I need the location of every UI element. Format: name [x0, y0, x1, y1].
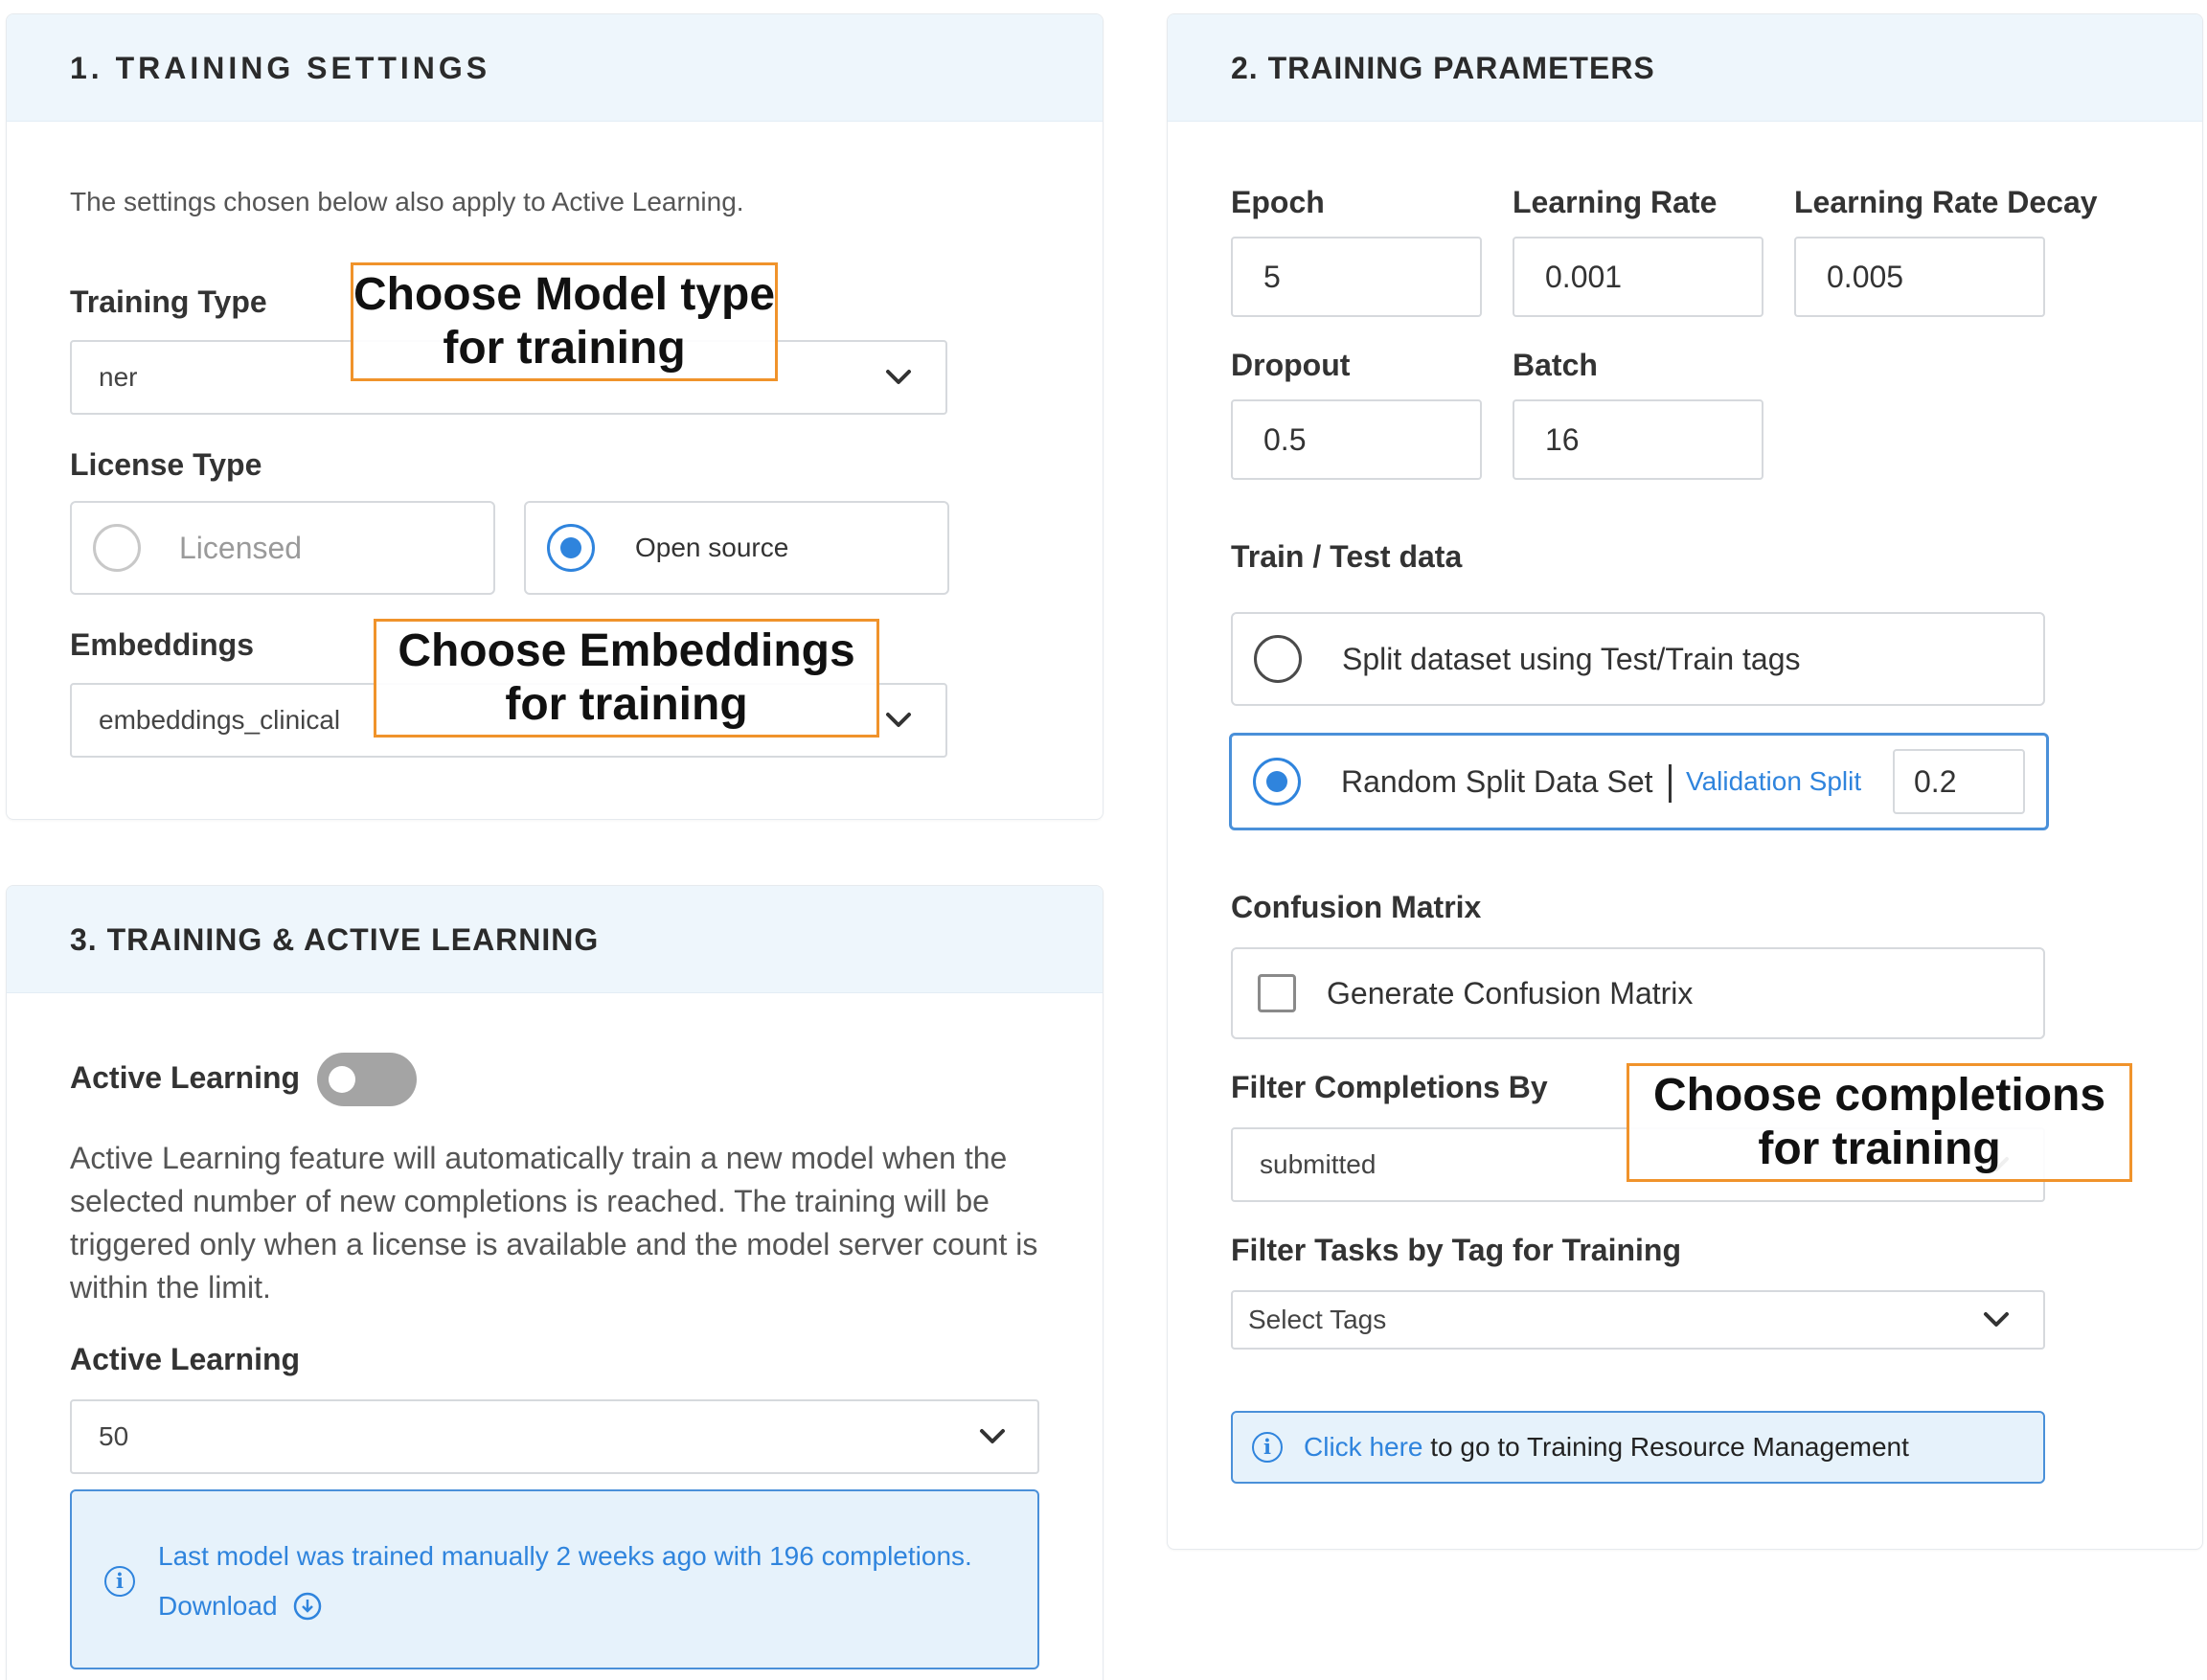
split-tags-label: Split dataset using Test/Train tags [1342, 641, 1801, 676]
embeddings-value: embeddings_clinical [99, 705, 341, 735]
callout-embeddings-line2: for training [505, 679, 748, 730]
info-icon: i [104, 1566, 135, 1597]
training-parameters-title: 2. TRAINING PARAMETERS [1231, 51, 1655, 85]
last-model-info: i Last model was trained manually 2 week… [70, 1489, 1039, 1669]
filter-tags-placeholder: Select Tags [1248, 1305, 1387, 1334]
licensed-radio-label: Licensed [179, 530, 303, 565]
download-link[interactable]: Download [158, 1591, 322, 1622]
random-split-option[interactable]: Random Split Data Set Validation Split 0… [1229, 733, 2049, 830]
learning-rate-decay-value: 0.005 [1827, 259, 1904, 294]
filter-completions-label: Filter Completions By [1231, 1070, 1548, 1104]
active-learning-description: Active Learning feature will automatical… [70, 1141, 1038, 1305]
training-active-learning-panel: 3. TRAINING & ACTIVE LEARNING Active Lea… [6, 885, 1104, 1680]
training-type-label: Training Type [70, 284, 267, 319]
learning-rate-decay-label: Learning Rate Decay [1794, 185, 2098, 219]
training-parameters-panel: 2. TRAINING PARAMETERS Epoch 5 Learning … [1167, 13, 2203, 1550]
open-source-radio[interactable] [547, 524, 595, 572]
train-test-label: Train / Test data [1231, 539, 1463, 574]
batch-label: Batch [1513, 348, 1598, 382]
split-tags-radio[interactable] [1254, 635, 1302, 683]
filter-tags-label: Filter Tasks by Tag for Training [1231, 1233, 1682, 1267]
callout-completions-line2: for training [1758, 1124, 2001, 1174]
licensed-radio[interactable] [93, 524, 141, 572]
callout-completions: Choose completions for training [1627, 1063, 2132, 1182]
dropout-label: Dropout [1231, 348, 1351, 382]
confusion-matrix-checkbox-label: Generate Confusion Matrix [1327, 975, 1694, 1010]
split-divider [1669, 764, 1672, 803]
epoch-value: 5 [1263, 259, 1281, 294]
confusion-matrix-option[interactable]: Generate Confusion Matrix [1231, 947, 2045, 1039]
active-learning-header: 3. TRAINING & ACTIVE LEARNING [7, 886, 1103, 993]
validation-split-value: 0.2 [1914, 763, 1957, 799]
active-learning-toggle-label: Active Learning [70, 1060, 301, 1095]
learning-rate-label: Learning Rate [1513, 185, 1718, 219]
random-split-label: Random Split Data Set [1341, 763, 1653, 799]
download-icon [293, 1592, 321, 1621]
license-type-label: License Type [70, 447, 262, 482]
split-tags-option[interactable]: Split dataset using Test/Train tags [1231, 612, 2045, 706]
settings-note: The settings chosen below also apply to … [70, 187, 744, 216]
callout-model-type-line1: Choose Model type [353, 269, 776, 320]
resource-management-info: i Click here to go to Training Resource … [1231, 1411, 2045, 1484]
learning-rate-value: 0.001 [1545, 259, 1623, 294]
active-learning-title: 3. TRAINING & ACTIVE LEARNING [70, 922, 600, 957]
callout-embeddings-line1: Choose Embeddings [398, 625, 855, 676]
toggle-knob [329, 1066, 355, 1093]
batch-value: 16 [1545, 421, 1580, 457]
resource-link-rest: to go to Training Resource Management [1422, 1432, 1909, 1462]
chevron-down-icon [886, 370, 911, 384]
embeddings-label: Embeddings [70, 627, 255, 662]
license-option-licensed[interactable]: Licensed [70, 501, 495, 595]
open-source-radio-label: Open source [635, 533, 789, 562]
chevron-down-icon [886, 713, 911, 727]
confusion-matrix-label: Confusion Matrix [1231, 890, 1482, 924]
chevron-down-icon [980, 1429, 1005, 1443]
active-learning-count-label: Active Learning [70, 1342, 301, 1376]
validation-split-input[interactable]: 0.2 [1893, 749, 2025, 814]
active-learning-count-select[interactable]: 50 [70, 1399, 1039, 1474]
active-learning-count-value: 50 [99, 1421, 129, 1451]
confusion-matrix-checkbox[interactable] [1258, 974, 1296, 1012]
click-here-link[interactable]: Click here [1304, 1432, 1422, 1463]
filter-tags-select[interactable]: Select Tags [1231, 1290, 2045, 1350]
training-type-value: ner [99, 362, 138, 392]
batch-input[interactable]: 16 [1513, 399, 1763, 480]
learning-rate-decay-input[interactable]: 0.005 [1794, 237, 2045, 317]
active-learning-toggle[interactable] [317, 1053, 417, 1106]
callout-embeddings: Choose Embeddings for training [374, 619, 879, 738]
license-option-open-source[interactable]: Open source [524, 501, 949, 595]
training-settings-title: 1. TRAINING SETTINGS [70, 51, 491, 85]
dropout-value: 0.5 [1263, 421, 1307, 457]
training-settings-header: 1. TRAINING SETTINGS [7, 14, 1103, 122]
callout-model-type-line2: for training [443, 323, 686, 374]
info-icon: i [1252, 1432, 1283, 1463]
epoch-label: Epoch [1231, 185, 1325, 219]
learning-rate-input[interactable]: 0.001 [1513, 237, 1763, 317]
download-label: Download [158, 1591, 278, 1621]
epoch-input[interactable]: 5 [1231, 237, 1482, 317]
training-parameters-header: 2. TRAINING PARAMETERS [1168, 14, 2202, 122]
resource-management-text: Click here to go to Training Resource Ma… [1304, 1413, 1909, 1482]
callout-completions-line1: Choose completions [1652, 1070, 2106, 1121]
random-split-radio[interactable] [1253, 758, 1301, 806]
dropout-input[interactable]: 0.5 [1231, 399, 1482, 480]
chevron-down-icon [1984, 1312, 2009, 1327]
callout-model-type: Choose Model type for training [351, 262, 778, 381]
validation-split-label: Validation Split [1686, 766, 1862, 796]
filter-completions-value: submitted [1260, 1149, 1377, 1179]
last-model-text: Last model was trained manually 2 weeks … [158, 1541, 972, 1571]
